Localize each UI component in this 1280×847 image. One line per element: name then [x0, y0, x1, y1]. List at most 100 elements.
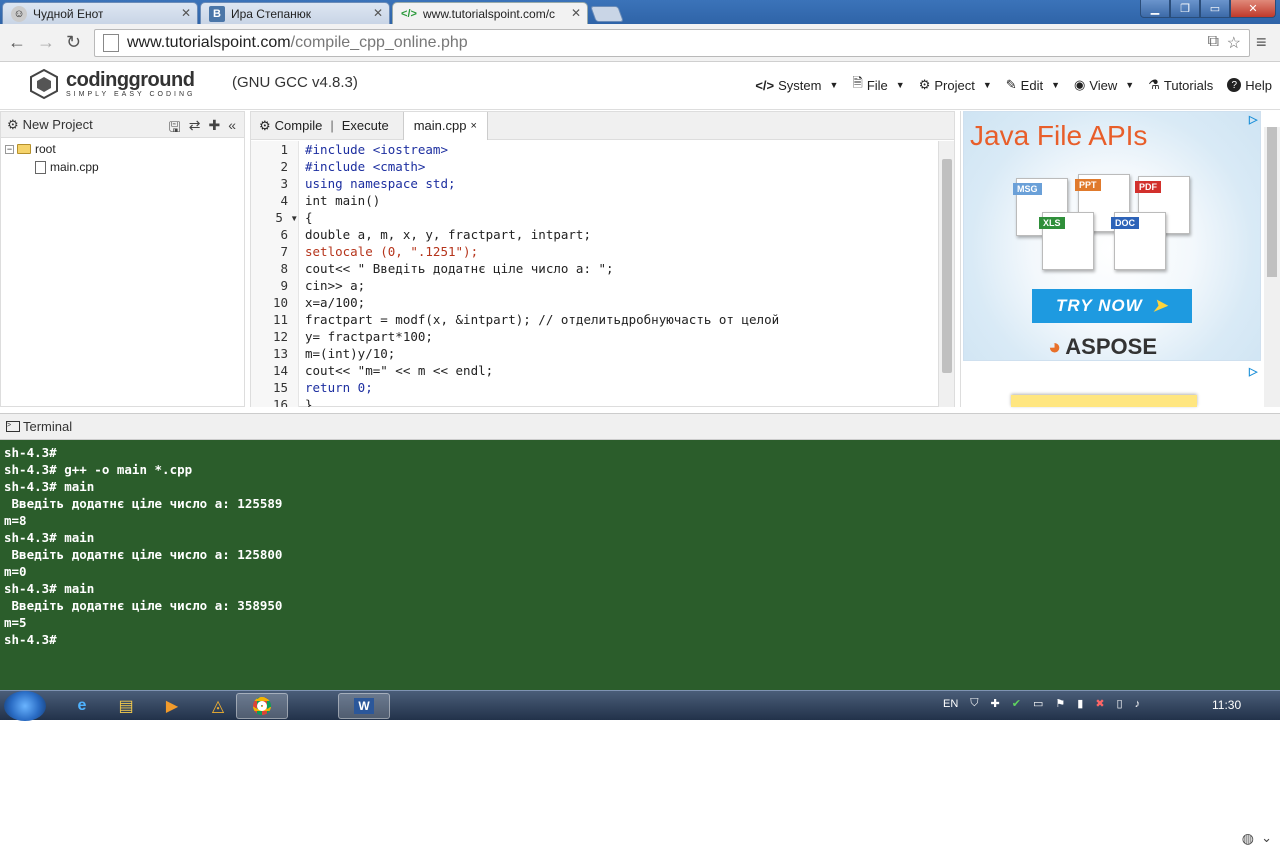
- chevron-down-icon[interactable]: ⌄: [1261, 830, 1272, 846]
- code-line: #include <iostream>: [305, 142, 448, 157]
- add-icon[interactable]: ✚: [208, 117, 220, 141]
- terminal-line: sh-4.3#: [4, 632, 57, 647]
- caret-down-icon: ▼: [829, 80, 839, 90]
- monitor-icon[interactable]: ▭: [1033, 697, 1043, 710]
- logo-name: codingground: [66, 69, 195, 91]
- close-icon[interactable]: ×: [470, 120, 476, 132]
- terminal-line: Введіть додатнє ціле число а: 125589: [4, 496, 283, 511]
- terminal-line: sh-4.3# main: [4, 581, 95, 596]
- adchoices-icon[interactable]: ▷: [1249, 113, 1257, 126]
- code-line: using namespace std;: [305, 176, 456, 191]
- star-icon[interactable]: ☆: [1227, 33, 1241, 53]
- tree-root[interactable]: − root: [1, 140, 244, 158]
- browser-tab-2[interactable]: B Ира Степанюк ✕: [200, 2, 390, 24]
- new-project-button[interactable]: New Project: [23, 117, 93, 132]
- terminal-output[interactable]: sh-4.3# sh-4.3# g++ -o main *.cpp sh-4.3…: [0, 440, 1280, 652]
- error-icon[interactable]: ✖: [1095, 697, 1104, 710]
- start-button[interactable]: [4, 691, 46, 721]
- code-line: setlocale (0, ".1251");: [305, 244, 479, 259]
- code-line: m=(int)y/10;: [305, 346, 396, 361]
- flag-icon[interactable]: ⚑: [1055, 697, 1065, 710]
- shield-icon[interactable]: ⛉: [970, 697, 978, 710]
- menu-edit[interactable]: ✎ Edit ▼: [1006, 74, 1060, 96]
- chrome-icon[interactable]: [236, 693, 288, 719]
- terminal-line: m=0: [4, 564, 27, 579]
- close-icon[interactable]: ✕: [181, 6, 191, 20]
- tray-app-icon[interactable]: ✚: [991, 697, 1000, 710]
- page-icon: [103, 34, 119, 52]
- close-icon[interactable]: ✕: [571, 6, 581, 20]
- browser-tab-1[interactable]: ☺ Чудной Енот ✕: [2, 2, 198, 24]
- save-icon[interactable]: 🖫: [169, 117, 181, 141]
- menu-label: Tutorials: [1163, 77, 1214, 93]
- menu-tutorials[interactable]: ⚗ Tutorials: [1148, 74, 1213, 96]
- code-line: cin>> a;: [305, 278, 366, 293]
- ad-scrollbar[interactable]: [1264, 127, 1280, 407]
- media-player-icon[interactable]: ▶: [146, 693, 198, 719]
- arrow-right-icon: ➤: [1152, 296, 1168, 315]
- try-now-button[interactable]: TRY NOW ➤: [1032, 289, 1192, 323]
- scrollbar-thumb[interactable]: [942, 159, 952, 373]
- file-icon: 🗎: [852, 75, 863, 90]
- refresh-icon[interactable]: ⇄: [189, 117, 201, 141]
- menu-icon[interactable]: ≡: [1256, 33, 1267, 51]
- menu-help[interactable]: ? Help: [1227, 74, 1272, 96]
- project-sidebar: ⚙ New Project 🖫 ⇄ ✚ « − root main.cpp: [0, 111, 245, 407]
- line-number: 12: [272, 329, 288, 344]
- expand-icon[interactable]: −: [5, 144, 14, 154]
- browser-tab-3[interactable]: </> www.tutorialspoint.com/c ✕: [392, 2, 588, 24]
- reload-icon[interactable]: ↻: [66, 33, 81, 51]
- code-line: double a, m, x, y, fractpart, intpart;: [305, 227, 591, 242]
- maximize-button[interactable]: ❐: [1170, 0, 1200, 18]
- editor-scrollbar[interactable]: [938, 141, 954, 407]
- line-number: 5 ▾: [275, 210, 298, 225]
- battery-icon[interactable]: ▯: [1117, 697, 1123, 710]
- check-icon[interactable]: ✔: [1012, 697, 1021, 710]
- minimize-button[interactable]: ▁: [1140, 0, 1170, 18]
- clock[interactable]: 11:30: [1212, 698, 1241, 712]
- execute-button[interactable]: Execute: [334, 118, 397, 133]
- language-indicator[interactable]: EN: [943, 698, 958, 710]
- code-line: cout<< " Введіть додатнє ціле число а: "…: [305, 261, 614, 276]
- code-area[interactable]: 12345 ▾ 6 7 8 9 10 11 12 13 14 15 16 #include <iost…: [251, 141, 939, 407]
- line-number: 8: [280, 261, 288, 276]
- code-line: #include <cmath>: [305, 159, 426, 174]
- menu-file[interactable]: 🗎 File ▼: [852, 74, 904, 96]
- code-lines[interactable]: #include <iostream> #include <cmath> usi…: [305, 141, 935, 407]
- ad-brand: ◕ ASPOSE: [1048, 334, 1157, 360]
- close-icon[interactable]: ✕: [373, 6, 383, 20]
- line-number: 1: [280, 142, 288, 157]
- address-path: /compile_cpp_online.php: [290, 34, 468, 51]
- ad-banner-2[interactable]: [1011, 395, 1197, 407]
- menu-view[interactable]: ◉ View ▼: [1074, 74, 1134, 96]
- code-line: {: [305, 210, 313, 225]
- terminal-line: m=5: [4, 615, 27, 630]
- tree-file[interactable]: main.cpp: [1, 158, 244, 176]
- line-gutter: 12345 ▾ 6 7 8 9 10 11 12 13 14 15 16: [251, 141, 299, 407]
- explorer-icon[interactable]: ▤: [100, 693, 152, 719]
- menu-system[interactable]: </> System ▼: [755, 74, 838, 96]
- new-tab-button[interactable]: [590, 6, 624, 22]
- network-icon[interactable]: ▮: [1077, 697, 1083, 710]
- code-line: fractpart = modf(x, &intpart); // отдели…: [305, 312, 780, 327]
- adchoices-icon[interactable]: ▷: [1249, 365, 1257, 378]
- scrollbar-thumb[interactable]: [1267, 127, 1277, 277]
- brand-label: ASPOSE: [1065, 334, 1157, 359]
- close-window-button[interactable]: ✕: [1230, 0, 1276, 18]
- compile-button[interactable]: ⚙ Compile: [251, 118, 330, 134]
- restore-button[interactable]: ▭: [1200, 0, 1230, 18]
- logo[interactable]: codingground SIMPLY EASY CODING: [28, 68, 195, 100]
- browser-tab-bar: ☺ Чудной Енот ✕ B Ира Степанюк ✕ </> www…: [0, 0, 1280, 24]
- file-tab-main[interactable]: main.cpp ×: [402, 111, 488, 140]
- volume-icon[interactable]: ♪: [1135, 698, 1141, 710]
- theme-icon[interactable]: ◍: [1242, 830, 1254, 847]
- menu-project[interactable]: ⚙ Project ▼: [919, 74, 992, 96]
- back-icon[interactable]: ←: [8, 33, 26, 51]
- collapse-icon[interactable]: «: [228, 117, 236, 141]
- ad-banner[interactable]: Java File APIs MSG PPT PDF XLS DOC TRY N…: [963, 111, 1261, 361]
- word-icon[interactable]: W: [338, 693, 390, 719]
- address-bar[interactable]: www.tutorialspoint.com /compile_cpp_onli…: [94, 29, 1250, 57]
- translate-icon[interactable]: ⧉: [1208, 33, 1219, 51]
- code-line: x=a/100;: [305, 295, 366, 310]
- forward-icon[interactable]: →: [37, 33, 55, 51]
